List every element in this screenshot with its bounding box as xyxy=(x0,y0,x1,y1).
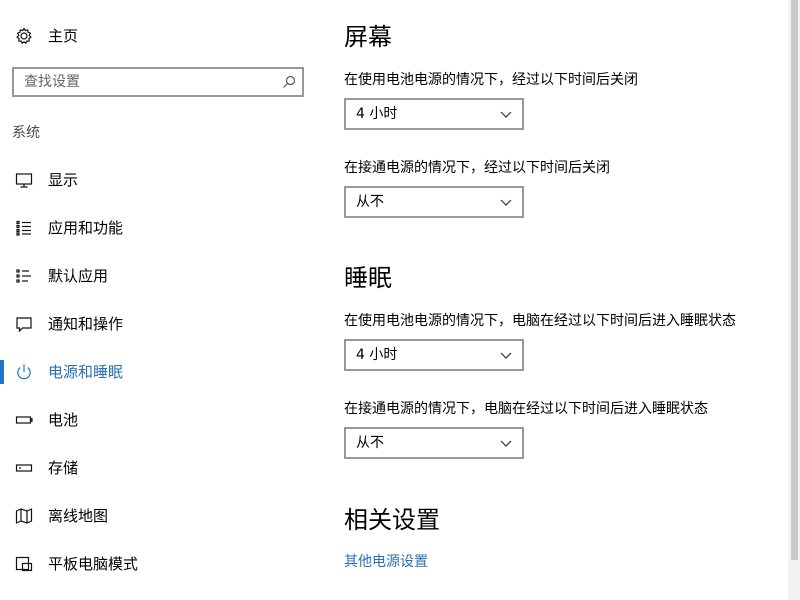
search-input[interactable] xyxy=(14,69,286,95)
chevron-down-icon xyxy=(500,108,512,120)
sidebar-item-label: 电源和睡眠 xyxy=(48,363,124,381)
sidebar-item-power-sleep[interactable]: 电源和睡眠 xyxy=(0,348,320,396)
default-apps-icon xyxy=(14,266,34,286)
screen-plugged-dropdown[interactable]: 从不 xyxy=(344,186,524,218)
sidebar-item-notifications[interactable]: 通知和操作 xyxy=(0,300,320,348)
apps-list-icon xyxy=(14,218,34,238)
main-content: 屏幕 在使用电池电源的情况下，经过以下时间后关闭 4 小时 在接通电源的情况下，… xyxy=(344,0,784,600)
sidebar-item-label: 显示 xyxy=(48,171,79,189)
screen-plugged-label: 在接通电源的情况下，经过以下时间后关闭 xyxy=(344,160,610,176)
dropdown-value: 从不 xyxy=(356,194,384,210)
tablet-mode-icon xyxy=(14,554,34,574)
home-nav-item[interactable]: 主页 xyxy=(0,18,320,54)
sidebar-item-offline-maps[interactable]: 离线地图 xyxy=(0,492,320,540)
sidebar-item-label: 应用和功能 xyxy=(48,219,124,237)
screen-battery-label: 在使用电池电源的情况下，经过以下时间后关闭 xyxy=(344,72,638,88)
sleep-section-title: 睡眠 xyxy=(344,264,392,292)
gear-icon xyxy=(14,26,34,46)
sidebar-item-label: 默认应用 xyxy=(48,267,109,285)
sidebar-item-label: 电池 xyxy=(48,411,79,429)
storage-icon xyxy=(14,458,34,478)
sidebar-item-apps-features[interactable]: 应用和功能 xyxy=(0,204,320,252)
sidebar-item-label: 离线地图 xyxy=(48,507,109,525)
screen-section-title: 屏幕 xyxy=(344,23,392,51)
sidebar-item-battery[interactable]: 电池 xyxy=(0,396,320,444)
dropdown-value: 从不 xyxy=(356,435,384,451)
map-icon xyxy=(14,506,34,526)
scrollbar[interactable] xyxy=(788,0,800,600)
chevron-down-icon xyxy=(500,437,512,449)
monitor-icon xyxy=(14,170,34,190)
dropdown-value: 4 小时 xyxy=(356,347,398,363)
home-label: 主页 xyxy=(48,27,79,45)
sidebar-item-label: 通知和操作 xyxy=(48,315,124,333)
sleep-plugged-dropdown[interactable]: 从不 xyxy=(344,427,524,459)
search-icon[interactable] xyxy=(282,75,296,89)
sidebar-item-label: 存储 xyxy=(48,459,79,477)
settings-window: 主页 系统 显示 xyxy=(0,0,800,600)
sleep-plugged-label: 在接通电源的情况下，电脑在经过以下时间后进入睡眠状态 xyxy=(344,401,708,417)
sidebar: 主页 系统 显示 xyxy=(0,0,320,600)
sidebar-item-display[interactable]: 显示 xyxy=(0,156,320,204)
dropdown-value: 4 小时 xyxy=(356,106,398,122)
group-label-system: 系统 xyxy=(12,125,40,141)
sidebar-item-default-apps[interactable]: 默认应用 xyxy=(0,252,320,300)
search-box[interactable] xyxy=(12,67,304,97)
additional-power-settings-link[interactable]: 其他电源设置 xyxy=(344,552,428,572)
sidebar-item-label: 平板电脑模式 xyxy=(48,555,139,573)
scrollbar-thumb[interactable] xyxy=(791,0,798,560)
power-icon xyxy=(14,362,34,382)
screen-battery-dropdown[interactable]: 4 小时 xyxy=(344,98,524,130)
chevron-down-icon xyxy=(500,349,512,361)
sleep-battery-dropdown[interactable]: 4 小时 xyxy=(344,339,524,371)
sidebar-item-tablet-mode[interactable]: 平板电脑模式 xyxy=(0,540,320,588)
related-settings-title: 相关设置 xyxy=(344,506,440,534)
battery-icon xyxy=(14,410,34,430)
sidebar-nav: 显示 应用和功能 默认应用 通知和操作 电源和睡眠 电池 存储 离线地图 平板电… xyxy=(0,156,320,588)
sleep-battery-label: 在使用电池电源的情况下，电脑在经过以下时间后进入睡眠状态 xyxy=(344,313,736,329)
notification-icon xyxy=(14,314,34,334)
chevron-down-icon xyxy=(500,196,512,208)
sidebar-item-storage[interactable]: 存储 xyxy=(0,444,320,492)
